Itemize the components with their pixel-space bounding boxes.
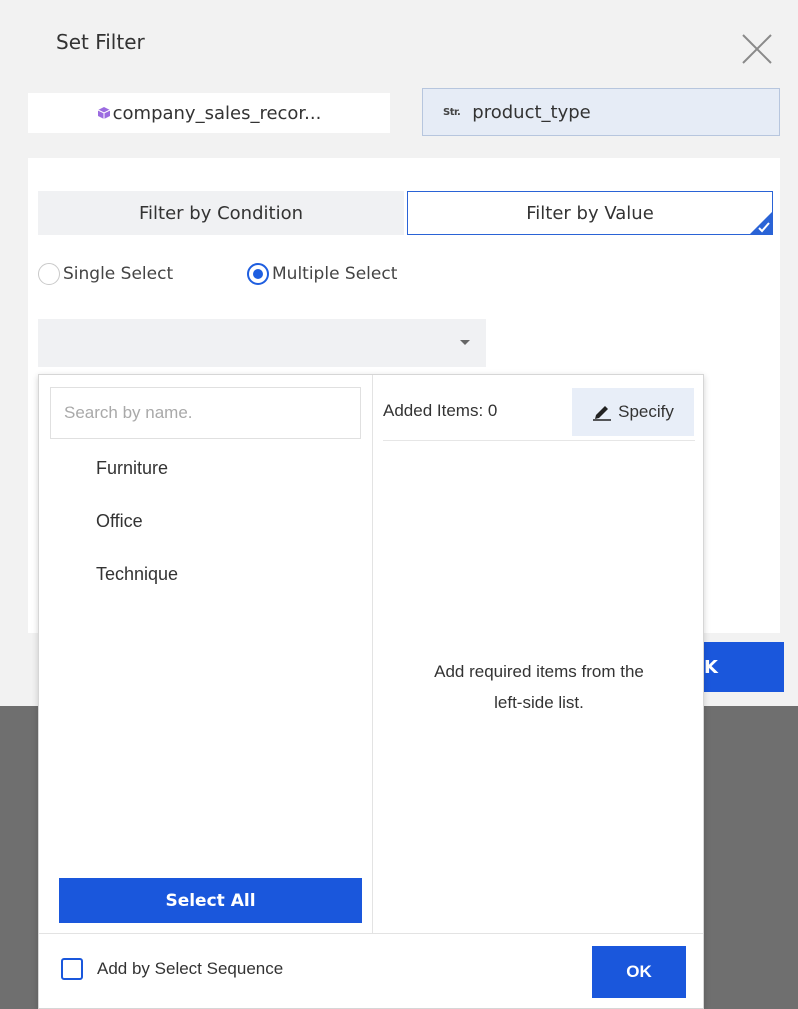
close-button[interactable]	[740, 32, 774, 66]
ok-label: OK	[626, 962, 652, 981]
search-input[interactable]	[50, 387, 361, 439]
add-by-sequence-label: Add by Select Sequence	[97, 959, 284, 978]
specify-label: Specify	[618, 402, 674, 421]
empty-hint-line-2: left-side list.	[494, 693, 584, 712]
value-dropdown[interactable]	[38, 319, 486, 367]
source-table-chip: company_sales_recor...	[28, 93, 390, 133]
dialog-ok-label: K	[704, 656, 718, 678]
field-name: product_type	[472, 101, 591, 123]
tab-filter-by-condition[interactable]: Filter by Condition	[38, 191, 404, 235]
tab-filter-by-value-label: Filter by Value	[526, 202, 654, 224]
ok-button[interactable]: OK	[592, 946, 686, 998]
cube-icon	[97, 107, 110, 119]
tab-filter-by-value[interactable]: Filter by Value	[407, 191, 773, 235]
added-items-separator	[383, 440, 695, 441]
pen-icon	[593, 406, 612, 421]
select-all-button[interactable]: Select All	[59, 878, 362, 923]
dropdown-arrow-icon	[460, 340, 470, 345]
check-icon	[758, 222, 770, 233]
column-divider	[372, 375, 373, 933]
select-all-label: Select All	[165, 890, 256, 911]
tab-filter-by-condition-label: Filter by Condition	[139, 202, 303, 224]
footer-divider	[39, 933, 703, 934]
string-type-badge: Str.	[443, 106, 461, 118]
field-chip: Str. product_type	[422, 88, 780, 136]
empty-hint-line-1: Add required items from the	[434, 662, 644, 681]
single-select-radio-circle	[38, 263, 60, 285]
list-item[interactable]: Technique	[96, 564, 178, 585]
source-table-name: company_sales_recor...	[112, 102, 322, 124]
dialog-ok-button[interactable]: K	[690, 642, 784, 692]
list-item[interactable]: Office	[96, 511, 143, 532]
dialog-title: Set Filter	[56, 30, 145, 54]
list-item[interactable]: Furniture	[96, 458, 168, 479]
single-select-label: Single Select	[63, 264, 174, 284]
close-icon	[742, 34, 772, 64]
multiple-select-radio[interactable]: Multiple Select	[247, 263, 397, 285]
add-by-sequence-checkbox[interactable]: Add by Select Sequence	[61, 958, 283, 980]
empty-state-hint: Add required items from the left-side li…	[383, 656, 695, 718]
multiple-select-radio-circle	[247, 263, 269, 285]
added-items-count: Added Items: 0	[383, 401, 498, 420]
single-select-radio[interactable]: Single Select	[38, 263, 173, 285]
multiple-select-label: Multiple Select	[272, 264, 398, 284]
specify-button[interactable]: Specify	[572, 388, 694, 436]
value-picker-popup: Furniture Office Technique Select All Ad…	[38, 374, 704, 1009]
checkbox-box	[61, 958, 83, 980]
